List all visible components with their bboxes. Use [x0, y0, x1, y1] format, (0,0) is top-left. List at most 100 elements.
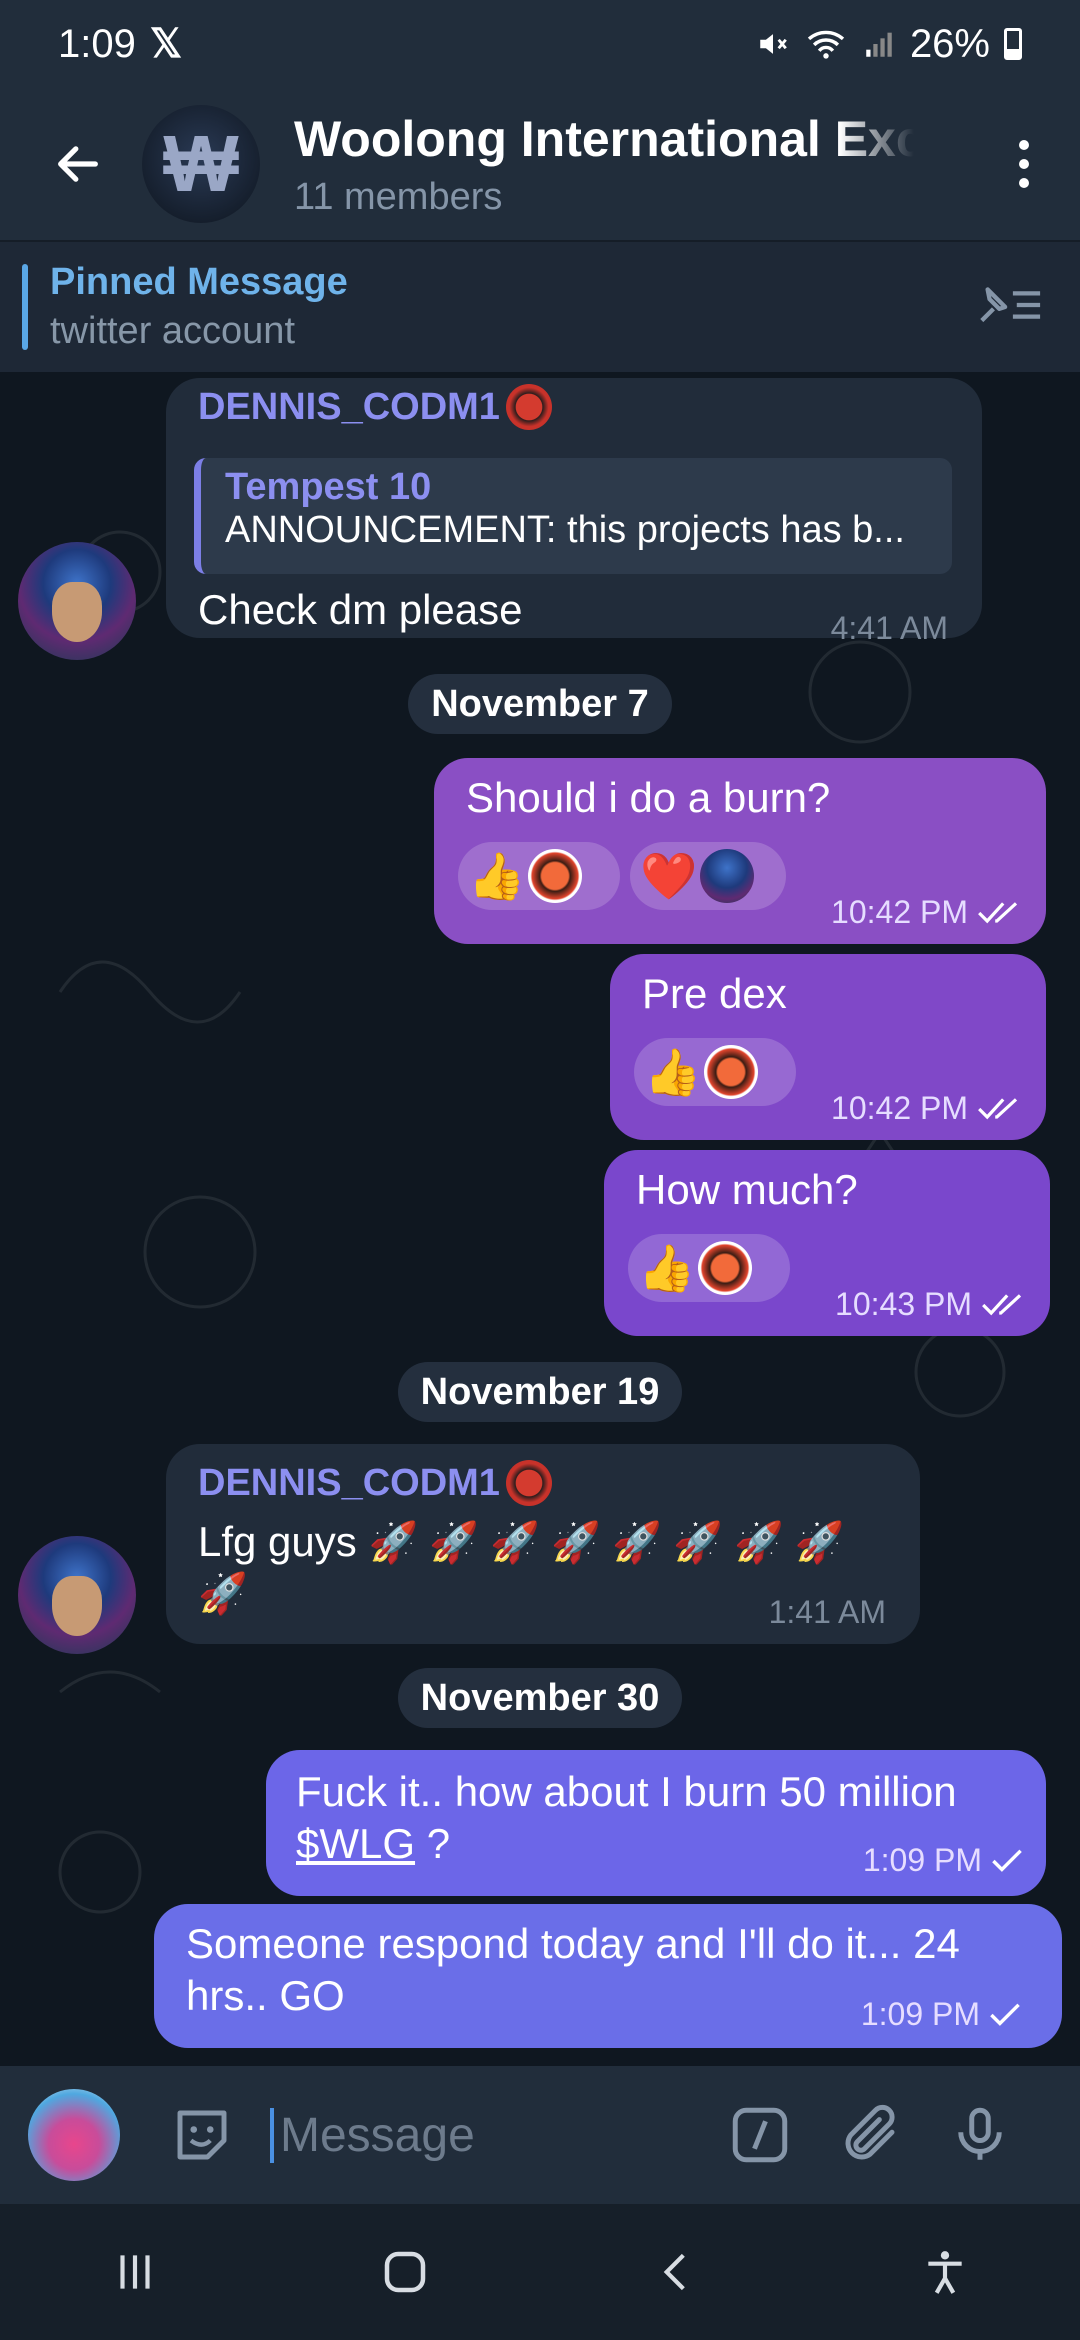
dot-icon	[1019, 140, 1029, 150]
sender-name[interactable]: DENNIS_CODM1	[198, 386, 500, 429]
date-separator: November 30	[398, 1668, 682, 1728]
reaction-thumbs-up[interactable]: 👍	[628, 1234, 790, 1302]
pinned-title: Pinned Message	[50, 261, 348, 303]
pinned-message-bar[interactable]: Pinned Message twitter account	[0, 240, 1080, 372]
mute-icon	[760, 34, 787, 54]
reply-preview[interactable]: Tempest 10 ANNOUNCEMENT: this projects h…	[194, 458, 952, 574]
message-text: Lfg guys 🚀 🚀 🚀 🚀 🚀 🚀 🚀 🚀	[198, 1516, 845, 1569]
reaction-heart[interactable]: ❤️	[630, 842, 786, 910]
slash-command-icon	[732, 2107, 788, 2163]
home-icon	[384, 2251, 426, 2293]
voice-message-button[interactable]	[940, 2095, 1020, 2175]
pinned-text-box: Pinned Message twitter account	[50, 261, 348, 353]
date-separator: November 7	[408, 674, 672, 734]
message-bubble-incoming[interactable]: DENNIS_CODM1 Lfg guys 🚀 🚀 🚀 🚀 🚀 🚀 🚀 🚀 🚀 …	[166, 1444, 920, 1644]
check-icon	[990, 2003, 1020, 2026]
reaction-thumbs-up[interactable]: 👍	[458, 842, 620, 910]
message-time: 10:43 PM	[835, 1286, 1028, 1323]
recent-apps-button[interactable]	[95, 2232, 175, 2312]
message-line-1: Someone respond today and I'll do it... …	[186, 1920, 960, 1967]
group-title: Woolong International Exchange	[294, 110, 914, 167]
sticker-icon	[177, 2110, 227, 2160]
reactor-avatar	[704, 1045, 758, 1099]
date-separator: November 19	[398, 1362, 682, 1422]
pinned-indicator	[22, 264, 28, 350]
message-text: Should i do a burn?	[466, 774, 831, 821]
check-icon	[992, 1849, 1022, 1872]
send-as-avatar[interactable]	[28, 2089, 120, 2181]
message-time: 10:42 PM	[831, 1090, 1024, 1127]
reactor-avatar	[528, 849, 582, 903]
back-button[interactable]	[38, 124, 118, 204]
battery-percent: 26%	[909, 21, 990, 66]
recent-apps-icon	[120, 2255, 150, 2289]
message-time: 1:41 AM	[768, 1594, 886, 1630]
message-bubble-outgoing[interactable]: Fuck it.. how about I burn 50 million $W…	[266, 1750, 1046, 1896]
message-tail-text: ?	[415, 1820, 451, 1867]
pin-list-icon	[980, 286, 1041, 322]
sender-badge-icon	[505, 1460, 552, 1506]
chat-title-box[interactable]: Woolong International Exchange 11 member…	[294, 110, 914, 219]
group-avatar[interactable]: ₩	[142, 105, 260, 223]
rocket-emoji: 🚀	[198, 1572, 248, 1616]
reply-text: ANNOUNCEMENT: this projects has b...	[225, 509, 905, 551]
message-line-1: Fuck it.. how about I burn 50 million	[296, 1768, 957, 1815]
message-time: 4:41 AM	[830, 610, 948, 646]
message-bubble-outgoing[interactable]: Pre dex 👍 10:42 PM	[610, 954, 1046, 1140]
accessibility-icon	[928, 2251, 962, 2294]
message-time: 10:42 PM	[831, 894, 1024, 931]
member-count: 11 members	[294, 175, 503, 218]
message-bubble-outgoing[interactable]: Should i do a burn? 👍 ❤️ 10:42 PM	[434, 758, 1046, 944]
chat-header: ₩ Woolong International Exchange 11 memb…	[0, 88, 1080, 240]
message-text: Check dm please	[198, 586, 523, 633]
message-bubble-incoming[interactable]: DENNIS_CODM1 Tempest 10 ANNOUNCEMENT: th…	[166, 378, 982, 646]
signal-icon	[866, 32, 892, 57]
time-text: 1:09 PM	[860, 1996, 980, 2032]
pinned-list-button[interactable]	[974, 280, 1044, 335]
hashtag-link[interactable]: $WLG	[296, 1820, 415, 1867]
message-text: How much?	[636, 1166, 858, 1213]
user-avatar[interactable]	[18, 1536, 136, 1654]
x-app-icon: 𝕏	[149, 22, 183, 66]
wifi-icon	[807, 30, 845, 59]
chat-area[interactable]: DENNIS_CODM1 Tempest 10 ANNOUNCEMENT: th…	[0, 372, 1080, 2066]
heart-icon: ❤️	[640, 849, 698, 902]
more-options-button[interactable]	[994, 124, 1054, 204]
battery-icon	[1004, 28, 1022, 60]
system-nav-bar	[0, 2204, 1080, 2340]
thumbs-up-icon: 👍	[638, 1241, 696, 1294]
reaction-thumbs-up[interactable]: 👍	[634, 1038, 796, 1106]
rocket-emoji-row: 🚀 🚀 🚀 🚀 🚀 🚀 🚀 🚀	[368, 1521, 845, 1565]
thumbs-up-icon: 👍	[468, 849, 526, 902]
arrow-left-icon	[58, 146, 98, 182]
message-time: 1:09 PM	[861, 1996, 1022, 2033]
sender-name[interactable]: DENNIS_CODM1	[198, 1462, 500, 1505]
accessibility-button[interactable]	[905, 2232, 985, 2312]
user-avatar[interactable]	[18, 542, 136, 660]
status-time: 1:09	[58, 21, 136, 66]
double-check-icon	[978, 1097, 1018, 1119]
bot-commands-button[interactable]	[720, 2095, 800, 2175]
system-back-button[interactable]	[635, 2232, 715, 2312]
message-bubble-outgoing[interactable]: Someone respond today and I'll do it... …	[154, 1904, 1062, 2048]
time-text: 10:43 PM	[835, 1286, 972, 1322]
message-text-content: Lfg guys	[198, 1518, 357, 1565]
message-input-bar	[0, 2066, 1080, 2204]
time-text: 10:42 PM	[831, 1090, 968, 1126]
time-text: 10:42 PM	[831, 894, 968, 930]
message-bubble-outgoing[interactable]: How much? 👍 10:43 PM	[604, 1150, 1050, 1336]
home-button[interactable]	[365, 2232, 445, 2312]
sticker-button[interactable]	[162, 2095, 242, 2175]
reply-sender: Tempest 10	[225, 466, 432, 508]
time-text: 1:09 PM	[862, 1842, 982, 1878]
reactor-avatar	[700, 849, 754, 903]
chevron-left-icon	[663, 2253, 685, 2291]
pinned-body: twitter account	[50, 310, 295, 352]
reactor-avatar	[698, 1241, 752, 1295]
microphone-icon	[958, 2107, 1002, 2160]
status-bar: 1:09 𝕏 26%	[0, 0, 1080, 88]
message-input[interactable]	[270, 2107, 690, 2163]
attach-button[interactable]	[830, 2095, 910, 2175]
message-text: Pre dex	[642, 970, 787, 1017]
status-icons: 26%	[756, 22, 1022, 67]
